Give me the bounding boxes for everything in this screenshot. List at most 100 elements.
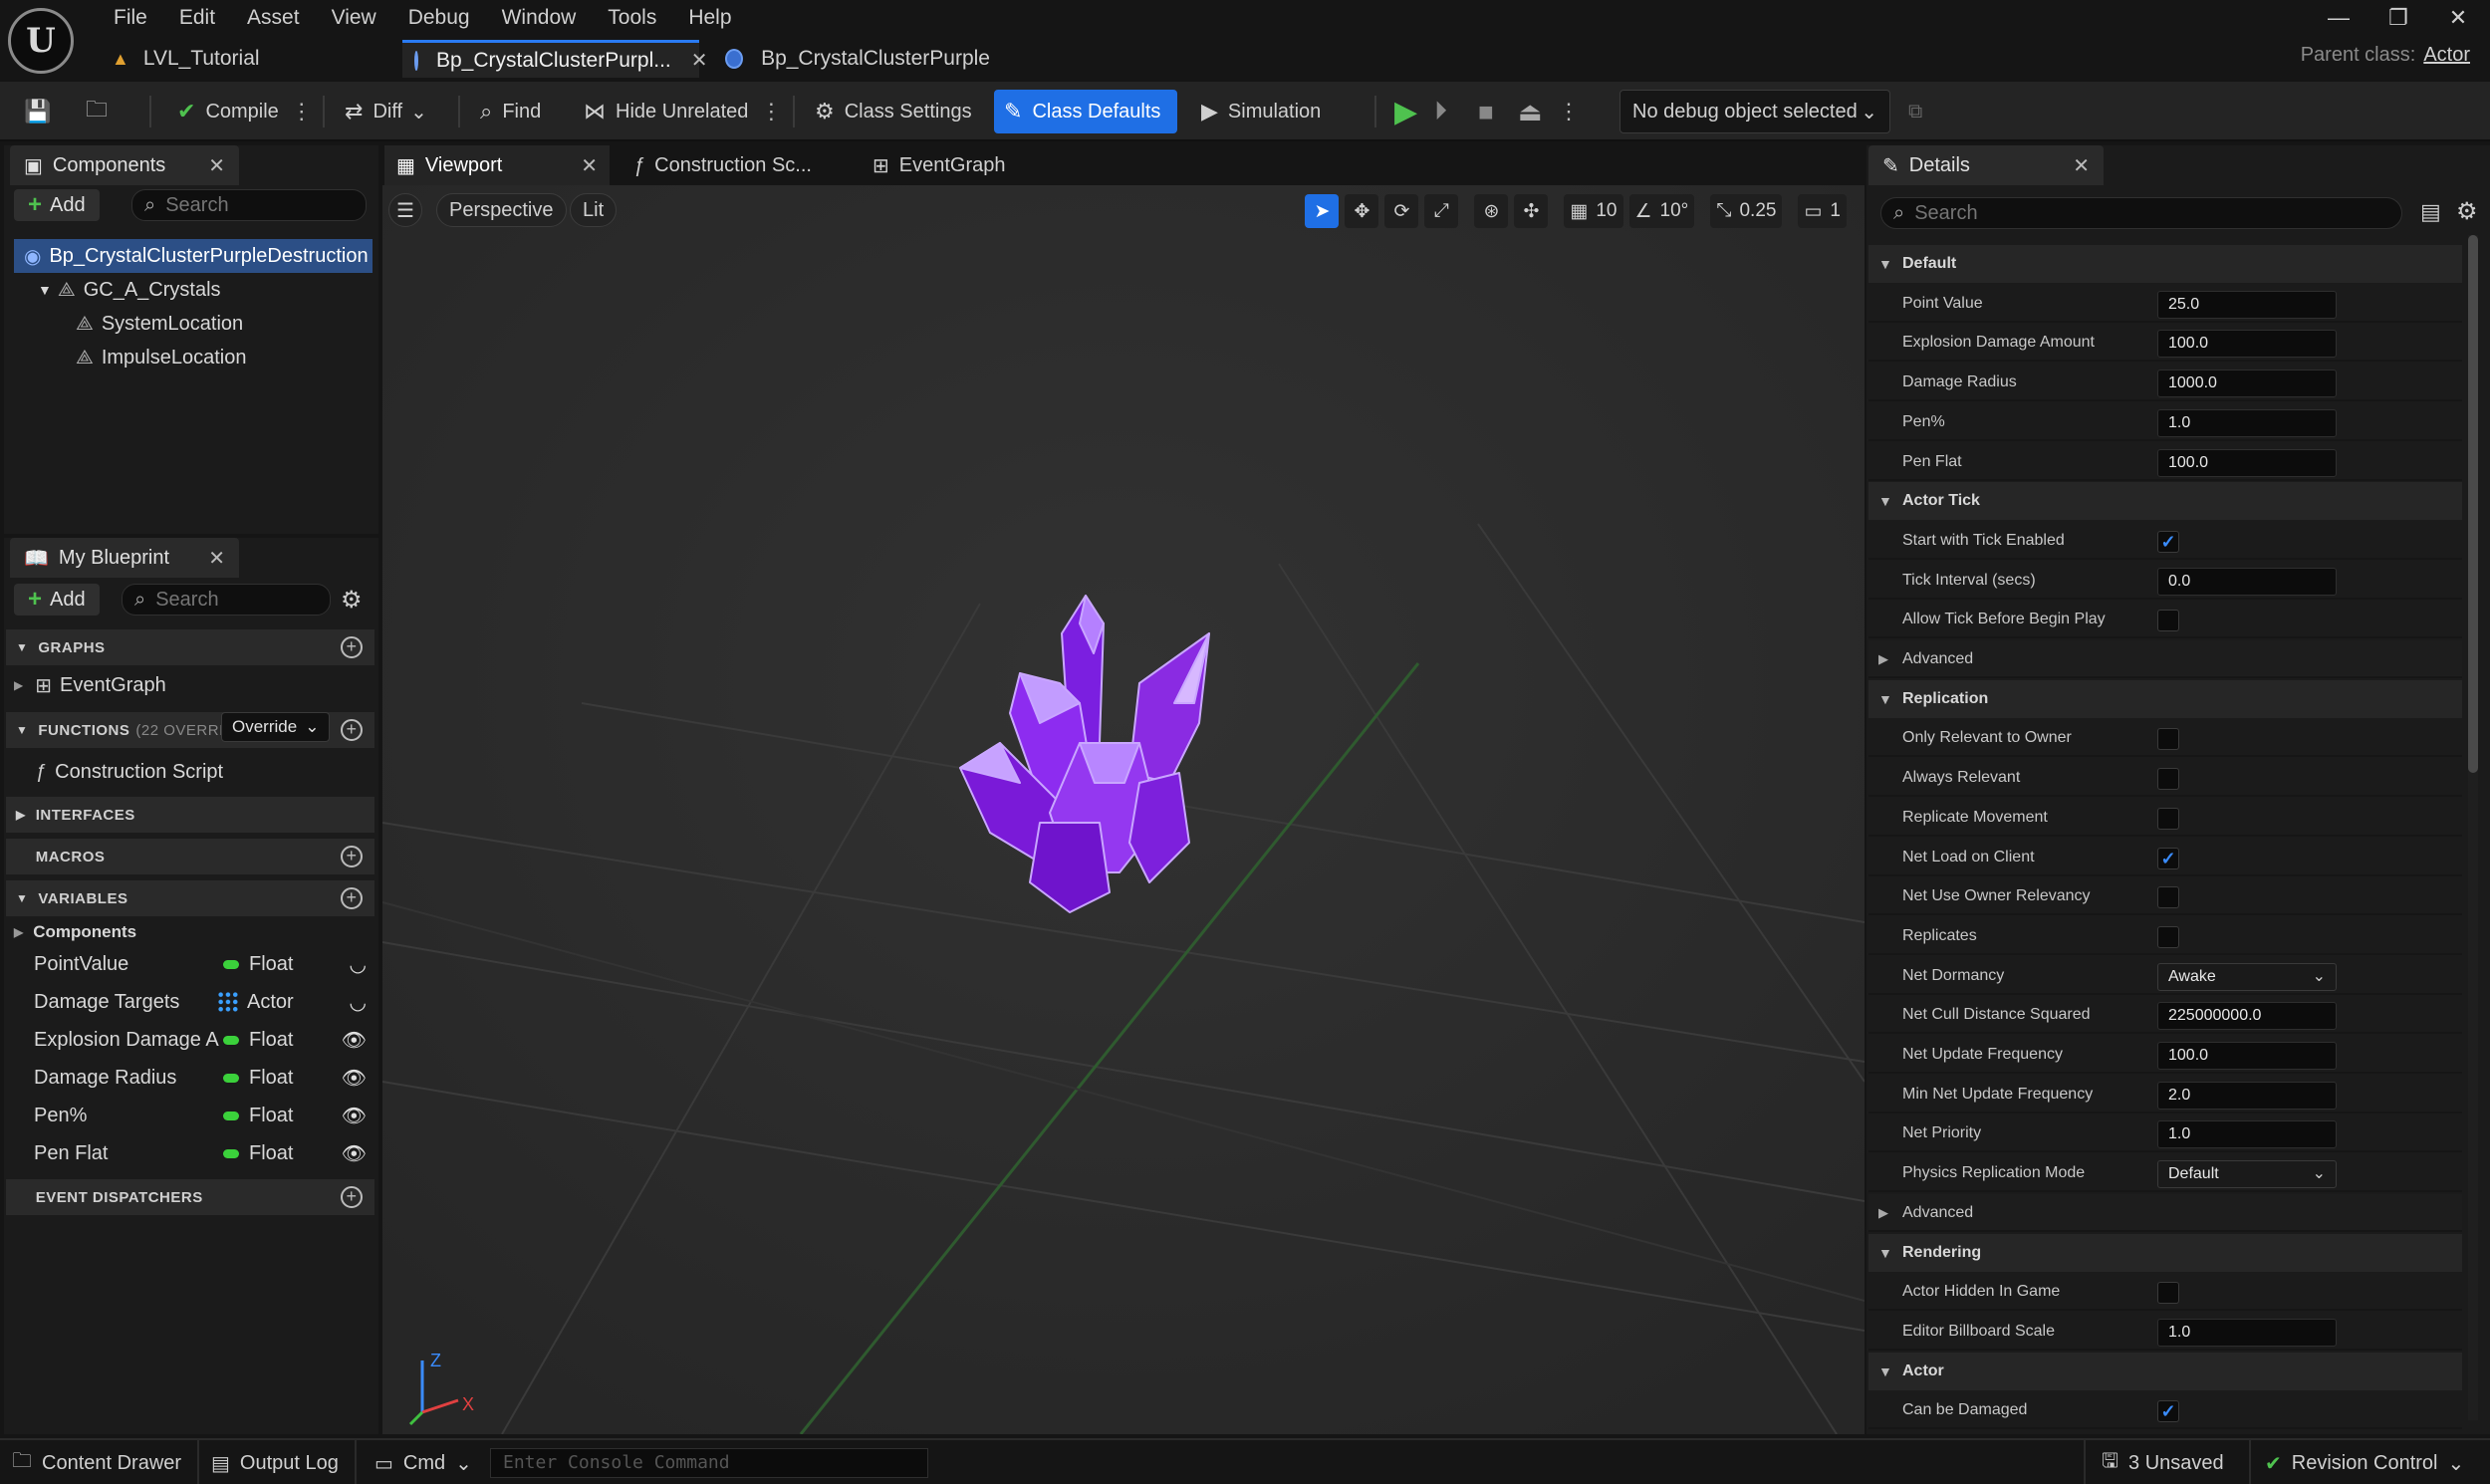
- console-input[interactable]: Enter Console Command: [490, 1448, 928, 1478]
- class-defaults-button[interactable]: ✎ Class Defaults: [994, 90, 1177, 133]
- output-log-button[interactable]: ▤ Output Log: [211, 1440, 339, 1484]
- tab-viewport[interactable]: ▦ Viewport ✕: [384, 145, 610, 185]
- restore-icon[interactable]: ❐: [2370, 2, 2426, 34]
- my-blueprint-add-button[interactable]: + Add: [14, 584, 100, 616]
- property-checkbox[interactable]: ✓: [2157, 1400, 2179, 1422]
- cmd-dropdown[interactable]: ▭ Cmd ⌄: [374, 1440, 472, 1484]
- variable-row[interactable]: Damage Radius Float 👁: [34, 1060, 373, 1096]
- tree-item-system-location[interactable]: ⟁ SystemLocation: [76, 307, 243, 341]
- menu-window[interactable]: Window: [486, 2, 593, 34]
- property-value-field[interactable]: 25.0: [2157, 291, 2337, 319]
- my-blueprint-tab[interactable]: 📖 My Blueprint ✕: [10, 538, 239, 578]
- simulation-button[interactable]: ▶ Simulation: [1191, 90, 1331, 133]
- eye-open-icon[interactable]: 👁: [342, 1141, 367, 1166]
- surface-snap-icon[interactable]: ✣: [1514, 194, 1549, 228]
- add-function-icon[interactable]: +: [341, 719, 363, 741]
- tab-event-graph[interactable]: ⊞ EventGraph: [861, 145, 1018, 185]
- close-icon[interactable]: ✕: [2073, 153, 2090, 178]
- add-graph-icon[interactable]: +: [341, 636, 363, 658]
- variable-row[interactable]: PointValue Float ◡: [34, 946, 373, 982]
- menu-help[interactable]: Help: [672, 2, 747, 34]
- lit-button[interactable]: Lit: [570, 193, 618, 227]
- menu-edit[interactable]: Edit: [163, 2, 231, 34]
- details-category[interactable]: ▼ Rendering: [1868, 1234, 2462, 1272]
- details-tab[interactable]: ✎ Details ✕: [1868, 145, 2104, 185]
- property-checkbox[interactable]: [2157, 886, 2179, 908]
- viewport-menu-button[interactable]: ☰: [388, 193, 422, 227]
- section-macros[interactable]: ▶ MACROS +: [6, 839, 374, 874]
- hide-unrelated-button[interactable]: ⋈ Hide Unrelated ⋮: [574, 90, 792, 133]
- variable-category-components[interactable]: ▶ Components: [14, 916, 373, 948]
- details-category[interactable]: ▼ Default: [1868, 245, 2462, 283]
- section-variables[interactable]: ▼ VARIABLES +: [6, 880, 374, 916]
- property-matrix-icon[interactable]: ▤: [2420, 199, 2441, 225]
- parent-class-link[interactable]: Actor: [2423, 44, 2470, 66]
- property-checkbox[interactable]: [2157, 728, 2179, 750]
- variable-row[interactable]: Damage Targets Actor ◡: [34, 984, 373, 1020]
- property-value-field[interactable]: 1.0: [2157, 1120, 2337, 1148]
- rotation-snap-toggle[interactable]: ∠ 10°: [1628, 194, 1695, 228]
- section-graphs[interactable]: ▼ GRAPHS +: [6, 629, 374, 665]
- graph-item-eventgraph[interactable]: ▶ ⊞ EventGraph: [14, 667, 373, 703]
- camera-speed-toggle[interactable]: ▭ 1: [1798, 194, 1847, 228]
- property-value-field[interactable]: 100.0: [2157, 330, 2337, 358]
- details-search-input[interactable]: [1914, 201, 2389, 225]
- menu-debug[interactable]: Debug: [392, 2, 486, 34]
- close-icon[interactable]: ✕: [208, 153, 225, 178]
- unreal-logo-icon[interactable]: U: [8, 8, 74, 74]
- scale-mode-icon[interactable]: ⤢: [1424, 194, 1459, 228]
- class-settings-button[interactable]: ⚙ Class Settings: [805, 90, 982, 133]
- close-icon[interactable]: ✕: [581, 153, 598, 178]
- details-scrollbar[interactable]: [2468, 235, 2478, 1420]
- eye-open-icon[interactable]: 👁: [342, 1104, 367, 1128]
- doc-tab-blueprint[interactable]: Bp_CrystalClusterPurple: [713, 40, 1002, 78]
- unsaved-button[interactable]: 🖫 3 Unsaved: [2102, 1440, 2224, 1484]
- play-button[interactable]: ▶: [1384, 90, 1427, 133]
- debug-object-select[interactable]: No debug object selected ⌄: [1619, 90, 1890, 133]
- property-dropdown[interactable]: Default ⌄: [2157, 1160, 2337, 1188]
- components-add-button[interactable]: + Add: [14, 189, 100, 221]
- menu-view[interactable]: View: [316, 2, 392, 34]
- gear-icon[interactable]: ⚙: [2456, 197, 2478, 226]
- property-value-field[interactable]: 1.0: [2157, 1319, 2337, 1347]
- add-macro-icon[interactable]: +: [341, 846, 363, 867]
- property-checkbox[interactable]: [2157, 808, 2179, 830]
- components-search[interactable]: ⌕: [131, 189, 367, 221]
- debug-filter-button[interactable]: ⧉: [1898, 90, 1932, 133]
- property-value-field[interactable]: 100.0: [2157, 1042, 2337, 1070]
- close-icon[interactable]: ✕: [208, 546, 225, 571]
- minimize-icon[interactable]: —: [2311, 2, 2366, 34]
- property-value-field[interactable]: 1000.0: [2157, 370, 2337, 397]
- menu-asset[interactable]: Asset: [231, 2, 316, 34]
- stop-button[interactable]: ■: [1468, 90, 1504, 133]
- eject-button[interactable]: ⏏: [1508, 90, 1553, 133]
- property-value-field[interactable]: 1.0: [2157, 409, 2337, 437]
- property-checkbox[interactable]: ✓: [2157, 848, 2179, 869]
- details-advanced-group[interactable]: ▶ Advanced: [1868, 640, 2462, 678]
- property-checkbox[interactable]: [2157, 926, 2179, 948]
- tab-construction-script[interactable]: ƒ Construction Sc...: [622, 145, 824, 185]
- play-options-button[interactable]: ⋮: [1548, 90, 1590, 133]
- property-value-field[interactable]: 225000000.0: [2157, 1002, 2337, 1030]
- property-value-field[interactable]: 2.0: [2157, 1082, 2337, 1110]
- translate-mode-icon[interactable]: ✥: [1345, 194, 1379, 228]
- details-category[interactable]: ▼ Replication: [1868, 680, 2462, 718]
- tree-item-gc-crystals[interactable]: ▼ ⟁ GC_A_Crystals: [38, 273, 221, 307]
- tree-item-root[interactable]: ◉ Bp_CrystalClusterPurpleDestruction: [14, 239, 373, 273]
- diff-button[interactable]: ⇄ Diff ⌄: [335, 90, 437, 133]
- viewport[interactable]: Z X ☰ Perspective Lit ➤ ✥ ⟳ ⤢ ⊛ ✣ ▦ 10 ∠…: [382, 185, 1865, 1434]
- find-button[interactable]: ⌕ Find: [470, 90, 551, 133]
- details-search[interactable]: ⌕: [1880, 197, 2402, 229]
- details-category[interactable]: ▼ Actor Tick: [1868, 482, 2462, 520]
- my-blueprint-search[interactable]: ⌕: [122, 584, 331, 616]
- override-dropdown[interactable]: Override ⌄: [221, 712, 331, 742]
- hide-unrelated-options-icon[interactable]: ⋮: [760, 99, 782, 124]
- property-checkbox[interactable]: [2157, 768, 2179, 790]
- perspective-button[interactable]: Perspective: [436, 193, 567, 227]
- tree-item-impulse-location[interactable]: ⟁ ImpulseLocation: [76, 341, 247, 374]
- settings-gear-icon[interactable]: ⚙: [341, 586, 363, 615]
- select-mode-icon[interactable]: ➤: [1305, 194, 1340, 228]
- save-button[interactable]: 💾: [14, 90, 71, 133]
- property-checkbox[interactable]: [2157, 610, 2179, 631]
- my-blueprint-search-input[interactable]: [155, 588, 318, 612]
